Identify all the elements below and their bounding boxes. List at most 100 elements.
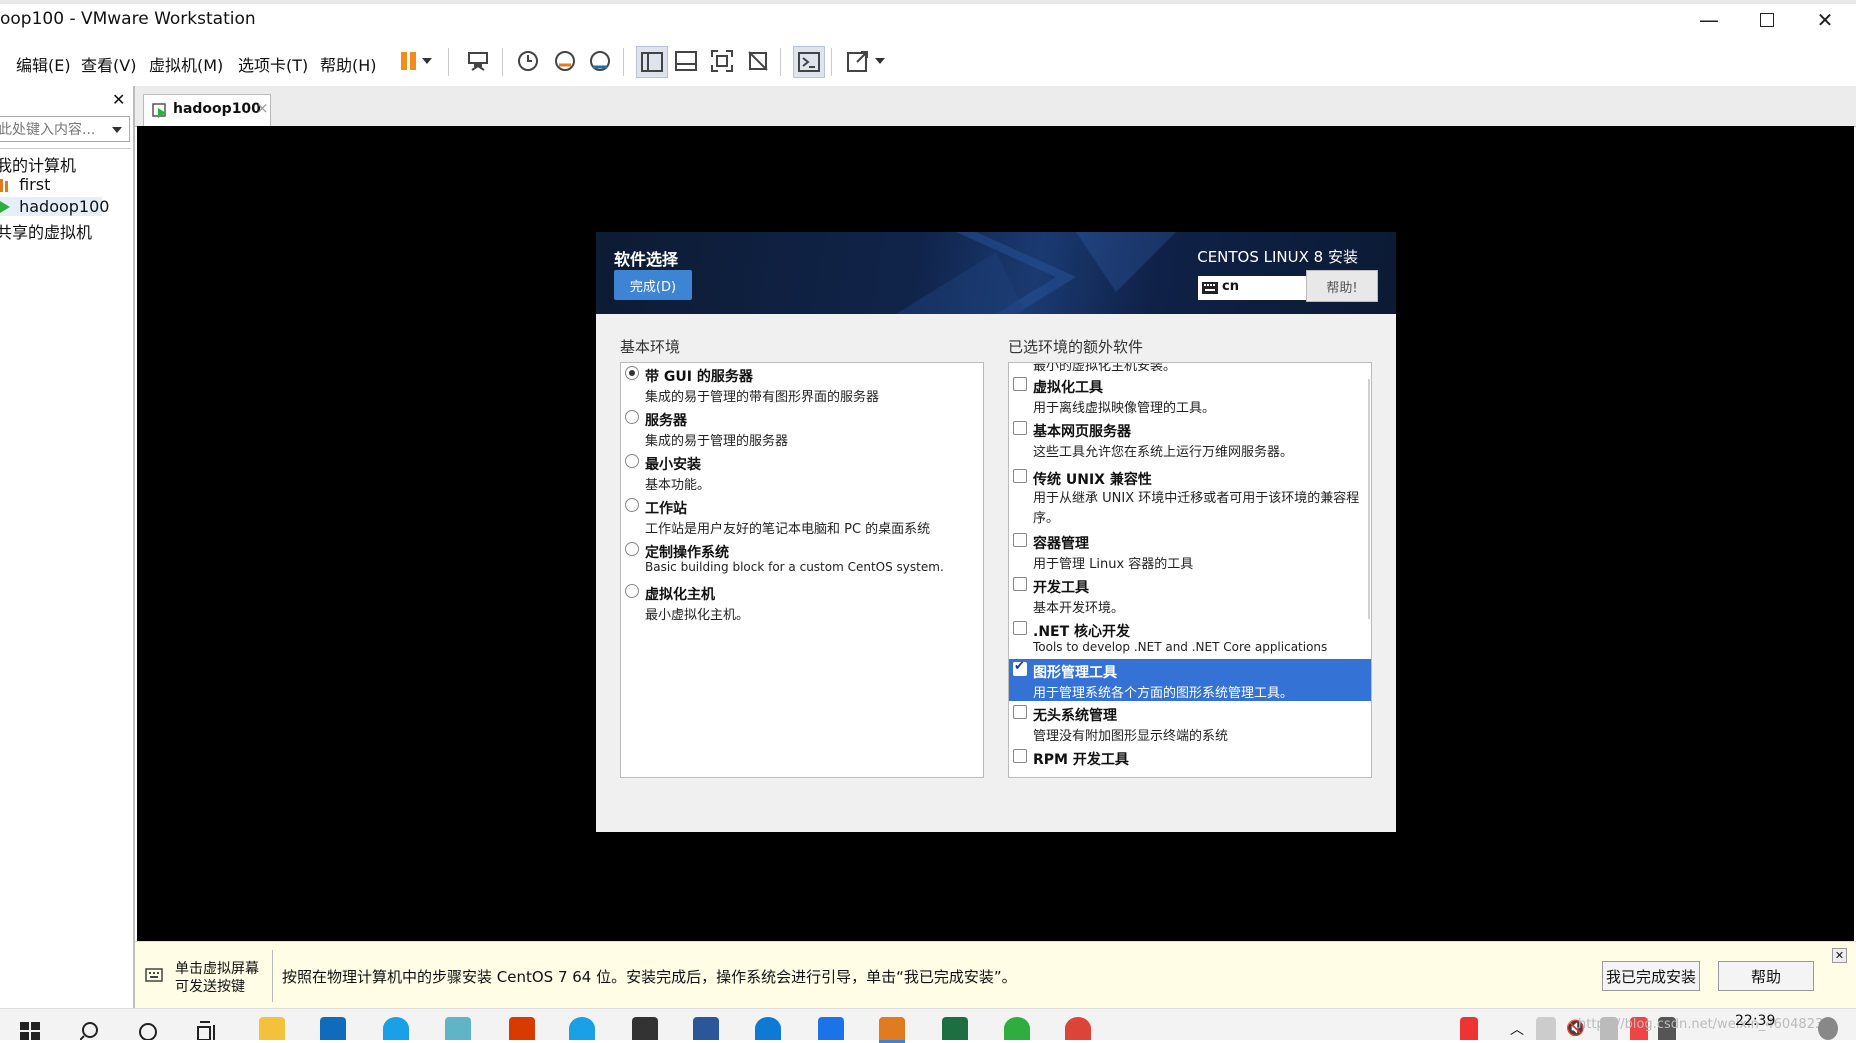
vmware-icon[interactable] [879,1017,905,1043]
addon-checkbox[interactable] [1013,749,1027,763]
sidebar-item-first[interactable]: first [0,175,50,194]
editor-icon[interactable] [818,1017,844,1040]
addon-checkbox[interactable] [1013,421,1027,435]
cortana-icon[interactable] [138,1021,158,1040]
installer-help-button[interactable]: 帮助! [1306,270,1378,302]
word-icon[interactable] [693,1017,719,1040]
env-radio[interactable] [625,454,639,468]
browser-icon[interactable] [383,1017,409,1040]
close-window-button[interactable]: ✕ [1796,2,1854,38]
sidebar-item-shared-vms[interactable]: 共享的虚拟机 [0,219,92,243]
maximize-icon [1760,13,1774,27]
addon-checkbox[interactable] [1013,577,1027,591]
addons-list[interactable]: 最小的虚拟化主机安装。 虚拟化工具 用于离线虚拟映像管理的工具。 基本网页服务器… [1008,362,1372,778]
dropdown-arrow-icon[interactable] [420,46,434,76]
env-option-server-gui[interactable]: 带 GUI 的服务器 集成的易于管理的带有图形界面的服务器 [621,363,983,407]
send-ctrl-alt-del-icon[interactable] [463,46,493,76]
addon-legacy-unix[interactable]: 传统 UNIX 兼容性 用于从继承 UNIX 环境中迁移或者可用于该环境的兼容程… [1009,467,1371,529]
library-search-input[interactable]: 此处键入内容... [0,116,130,142]
addon-dotnet-core[interactable]: .NET 核心开发 Tools to develop .NET and .NET… [1009,619,1371,659]
clock[interactable]: 22:39 [1735,1013,1775,1029]
notification-icon[interactable] [1818,1017,1838,1040]
env-option-workstation[interactable]: 工作站 工作站是用户友好的笔记本电脑和 PC 的桌面系统 [621,495,983,539]
minimize-button[interactable]: — [1680,2,1738,38]
addon-checkbox-checked[interactable] [1013,659,1027,676]
maximize-button[interactable] [1738,2,1796,38]
env-option-minimal[interactable]: 最小安装 基本功能。 [621,451,983,495]
addon-checkbox[interactable] [1013,377,1027,391]
ie-icon[interactable] [569,1017,595,1040]
mail-icon[interactable] [320,1017,346,1040]
tab-strip: hadoop100 × [135,86,1856,127]
env-radio[interactable] [625,366,639,380]
task-view-icon[interactable] [196,1021,218,1040]
menu-view[interactable]: 查看(V) [81,52,136,76]
excel-icon[interactable] [942,1017,968,1040]
addon-title: 基本网页服务器 [1033,424,1131,440]
addon-virtualization-tools[interactable]: 虚拟化工具 用于离线虚拟映像管理的工具。 [1009,375,1371,417]
env-radio[interactable] [625,584,639,598]
addon-checkbox[interactable] [1013,469,1027,483]
addon-rpm-development-tools[interactable]: RPM 开发工具 [1009,747,1371,777]
library-search-placeholder: 此处键入内容... [0,122,96,138]
sidebar-item-label: first [19,175,51,194]
menu-edit[interactable]: 编辑(E) [16,52,71,76]
addon-container-management[interactable]: 容器管理 用于管理 Linux 容器的工具 [1009,531,1371,573]
env-option-custom-os[interactable]: 定制操作系统 Basic building block for a custom… [621,539,983,581]
close-library-button[interactable]: ✕ [112,90,125,109]
library-view-icon[interactable] [636,46,668,78]
menu-tabs[interactable]: 选项卡(T) [238,52,308,76]
snapshot-icon[interactable] [513,46,543,76]
addon-checkbox[interactable] [1013,621,1027,635]
done-button[interactable]: 完成(D) [614,270,692,300]
addon-graphical-admin-tools[interactable]: 图形管理工具 用于管理系统各个方面的图形系统管理工具。 [1009,659,1371,701]
fullscreen-off-icon[interactable] [743,46,773,76]
snapshot-manager-icon[interactable] [585,46,615,76]
notepad-icon[interactable] [445,1017,471,1040]
thumbnail-view-icon[interactable] [671,46,701,76]
keyboard-icon [1202,282,1218,294]
file-explorer-icon[interactable] [259,1017,285,1040]
chrome-icon[interactable] [1065,1017,1091,1040]
finished-install-label: 我已完成安装 [1605,967,1696,986]
search-icon[interactable] [80,1021,100,1040]
sogou-ime-icon[interactable] [1460,1017,1478,1040]
hint-line-2: 可发送按键 [175,979,245,995]
tab-hadoop100[interactable]: hadoop100 × [143,94,271,126]
tab-close-icon[interactable]: × [256,99,269,117]
edge-icon[interactable] [755,1017,781,1040]
env-radio[interactable] [625,542,639,556]
addon-basic-web-server[interactable]: 基本网页服务器 这些工具允许您在系统上运行万维网服务器。 [1009,419,1371,461]
env-option-virtualization-host[interactable]: 虚拟化主机 最小虚拟化主机。 [621,581,983,625]
hint-help-button[interactable]: 帮助 [1718,961,1814,991]
finished-install-button[interactable]: 我已完成安装 [1602,961,1700,991]
windows-start-icon[interactable] [20,1022,40,1040]
sidebar-item-hadoop100[interactable]: hadoop100 [0,197,109,216]
keyboard-layout-indicator[interactable]: cn [1198,276,1306,300]
addon-checkbox[interactable] [1013,705,1027,719]
env-radio[interactable] [625,410,639,424]
addon-desc-partial: 最小的虚拟化主机安装。 [1033,362,1177,374]
console-icon[interactable] [793,46,825,78]
fit-guest-icon[interactable] [707,46,737,76]
office-icon[interactable] [509,1017,535,1040]
mysql-icon[interactable] [632,1017,658,1040]
window-title: oop100 - VMware Workstation [0,9,256,29]
dropdown-arrow-icon[interactable] [873,46,887,76]
360-browser-icon[interactable] [1004,1017,1030,1040]
revert-snapshot-icon[interactable] [550,46,580,76]
env-option-server[interactable]: 服务器 集成的易于管理的服务器 [621,407,983,451]
tray-app-icon[interactable] [1536,1017,1556,1040]
menu-help[interactable]: 帮助(H) [320,52,377,76]
tray-chevron-icon[interactable]: ︿ [1510,1019,1524,1039]
env-radio[interactable] [625,498,639,512]
close-hint-button[interactable]: ✕ [1832,948,1847,963]
addon-checkbox[interactable] [1013,533,1027,547]
sidebar-item-my-computer[interactable]: 我的计算机 [0,152,76,176]
menu-vm[interactable]: 虚拟机(M) [149,52,223,76]
addon-development-tools[interactable]: 开发工具 基本开发环境。 [1009,575,1371,617]
fullscreen-icon[interactable] [843,46,873,76]
chevron-down-icon[interactable] [111,126,123,134]
addon-headless-management[interactable]: 无头系统管理 管理没有附加图形显示终端的系统 [1009,703,1371,745]
addons-scrollbar[interactable] [1368,379,1370,619]
